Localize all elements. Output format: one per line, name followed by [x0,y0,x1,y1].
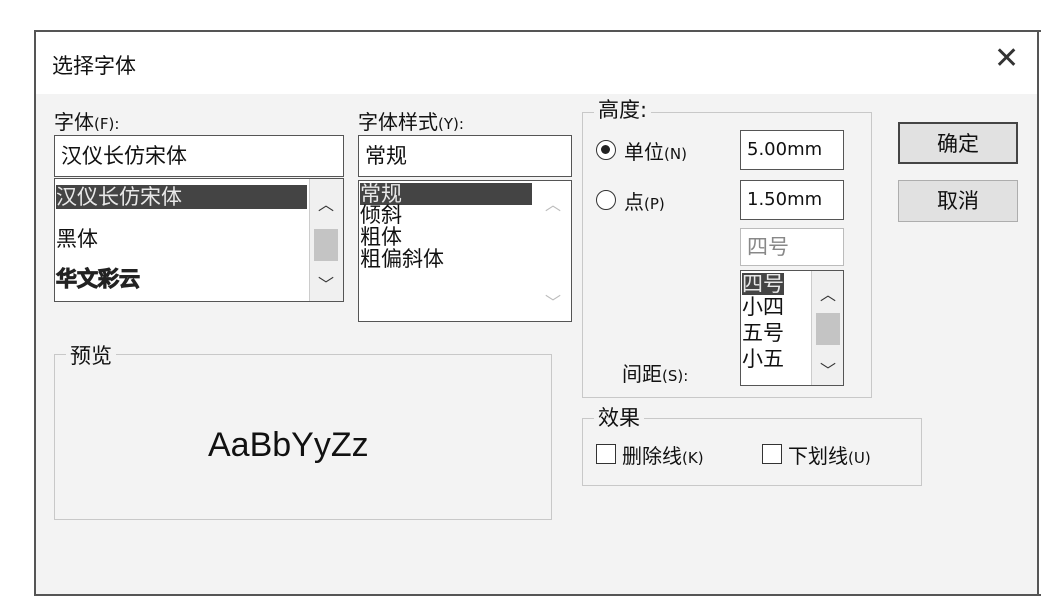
strikethrough-label[interactable]: 删除线(K) [622,440,704,469]
effects-group-label: 效果 [594,402,644,432]
font-input[interactable]: 汉仪长仿宋体 [54,135,344,177]
size-list-scrollbar[interactable]: ︿ ﹀ [811,271,843,385]
style-list-item[interactable]: 常规 [360,183,532,205]
font-dialog: 选择字体 ✕ 字体(F): 汉仪长仿宋体 汉仪长仿宋体 黑体 华文彩云 ︿ ﹀ … [34,30,1041,596]
spacing-label-text: 间距 [622,362,662,386]
point-label-shortcut: (P) [644,195,665,213]
close-icon[interactable]: ✕ [994,44,1019,74]
strikethrough-label-shortcut: (K) [682,449,704,467]
chevron-up-icon[interactable]: ︿ [310,191,342,215]
size-input[interactable]: 四号 [740,228,844,266]
unit-radio[interactable] [596,140,616,160]
underline-label-shortcut: (U) [848,449,871,467]
underline-checkbox[interactable] [762,444,782,464]
dialog-title: 选择字体 [52,54,136,78]
size-list[interactable]: 四号 小四 五号 小五 ︿ ﹀ [740,270,844,386]
size-list-item[interactable]: 小五 [742,348,784,370]
font-list-item[interactable]: 汉仪长仿宋体 [56,185,307,209]
style-list-item[interactable]: 粗体 [360,226,402,248]
spacing-label: 间距(S): [622,358,688,387]
unit-label-shortcut: (N) [664,145,687,163]
style-label-shortcut: (Y): [438,115,464,133]
unit-label-text: 单位 [624,140,664,164]
font-list-item[interactable]: 华文彩云 [56,267,141,292]
unit-label[interactable]: 单位(N) [624,136,687,165]
size-list-item[interactable]: 小四 [742,296,784,318]
point-radio[interactable] [596,190,616,210]
style-list-item[interactable]: 倾斜 [360,204,402,226]
style-label-text: 字体样式 [358,110,438,134]
ok-button[interactable]: 确定 [898,122,1018,164]
cancel-button[interactable]: 取消 [898,180,1018,222]
chevron-down-icon[interactable]: ﹀ [537,289,569,313]
chevron-down-icon[interactable]: ﹀ [812,357,843,381]
point-label[interactable]: 点(P) [624,186,665,215]
chevron-up-icon[interactable]: ︿ [537,191,569,215]
style-list-item[interactable]: 粗偏斜体 [360,248,444,270]
height-group-label: 高度: [594,94,652,124]
style-list[interactable]: 常规 倾斜 粗体 粗偏斜体 ︿ ﹀ [358,180,572,322]
chevron-down-icon[interactable]: ﹀ [310,271,342,295]
strikethrough-checkbox[interactable] [596,444,616,464]
font-label-text: 字体 [54,110,94,134]
unit-value-input[interactable]: 5.00mm [740,130,844,170]
preview-group-label: 预览 [66,340,116,370]
radio-dot [601,145,610,154]
scroll-thumb[interactable] [314,229,338,261]
font-label-shortcut: (F): [94,115,120,133]
style-list-scrollbar[interactable]: ︿ ﹀ [537,181,571,321]
dialog-bottom-border [36,594,1041,596]
size-list-item[interactable]: 五号 [742,322,784,344]
underline-label[interactable]: 下划线(U) [788,440,871,469]
point-value-input[interactable]: 1.50mm [740,180,844,220]
font-label: 字体(F): [54,106,119,135]
font-list[interactable]: 汉仪长仿宋体 黑体 华文彩云 ︿ ﹀ [54,178,344,302]
font-list-item[interactable]: 黑体 [56,227,98,251]
style-label: 字体样式(Y): [358,106,464,135]
point-label-text: 点 [624,190,644,214]
scroll-thumb[interactable] [816,313,840,345]
font-list-scrollbar[interactable]: ︿ ﹀ [309,179,343,301]
preview-sample: AaBbYyZz [208,426,369,464]
title-bar: 选择字体 ✕ [36,32,1037,94]
underline-label-text: 下划线 [788,444,848,468]
spacing-label-shortcut: (S): [662,367,689,385]
style-input[interactable]: 常规 [358,135,572,177]
size-list-item[interactable]: 四号 [742,273,784,295]
chevron-up-icon[interactable]: ︿ [812,281,843,305]
strikethrough-label-text: 删除线 [622,444,682,468]
